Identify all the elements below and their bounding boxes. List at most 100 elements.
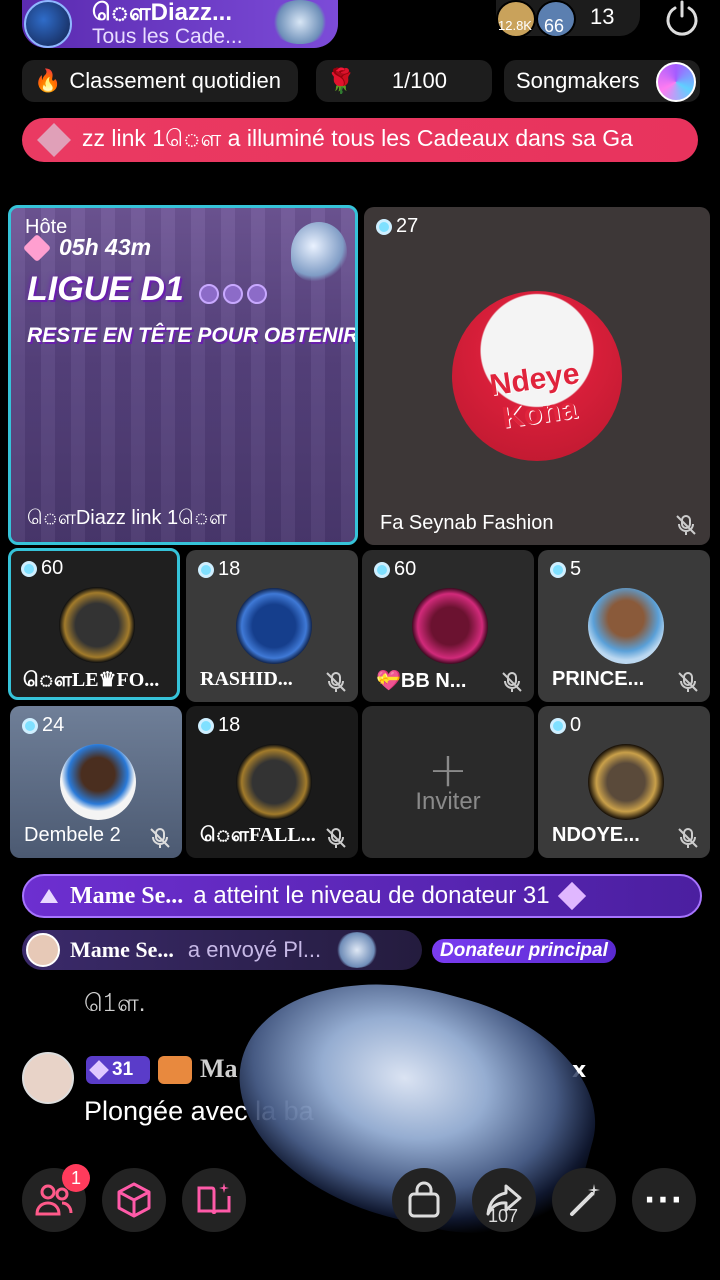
top-donor-badge: Donateur principal [432, 939, 616, 963]
mic-off-icon [326, 672, 346, 692]
diamond-icon [22, 233, 52, 262]
guest-name: PRINCE... [552, 668, 645, 690]
mic-off-icon [326, 828, 346, 848]
mic-off-icon [150, 828, 170, 848]
objective-text: RESTE EN TÊTE POUR OBTENIR 2 [27, 324, 358, 347]
guest-tile[interactable]: 27 Ndeye Kona Fa Seynab Fashion [364, 207, 710, 545]
more-icon: ··· [643, 1182, 685, 1218]
gift-announcement-banner[interactable]: zz link 1ௌ a illuminé tous les Cadeaux d… [22, 118, 698, 162]
donor-level-text: a atteint le niveau de donateur 31 [193, 882, 550, 909]
avatar-text: Ndeye Kona [487, 357, 582, 435]
daily-ranking-chip[interactable]: 🔥 Classement quotidien [22, 60, 298, 102]
donor-level-banner[interactable]: Mame Se... a atteint le niveau de donate… [22, 874, 702, 918]
share-count: 107 [488, 1206, 519, 1226]
donor-name[interactable]: Mame Se... [70, 883, 183, 910]
avatar[interactable] [412, 588, 488, 664]
viewer-count: 13 [590, 4, 615, 29]
whale-gift-icon [335, 932, 380, 968]
avatar[interactable] [26, 933, 60, 967]
avatar[interactable] [59, 587, 135, 663]
host-name-label: ௌDiazz link 1ௌ [27, 507, 227, 529]
invite-label: Inviter [415, 788, 481, 815]
box-button[interactable] [102, 1168, 166, 1232]
songmakers-label: Songmakers [516, 68, 640, 93]
more-button[interactable]: ··· [632, 1168, 696, 1232]
rose-icon: 🌹 [326, 67, 356, 95]
avatar[interactable]: Ndeye Kona [452, 291, 622, 461]
guest-name: NDOYE... [552, 824, 640, 846]
viewer-list[interactable]: 12.8K 66 13 [496, 0, 640, 38]
avatar[interactable] [236, 744, 312, 820]
whale-gift-icon [270, 0, 330, 44]
notification-badge: 1 [62, 1164, 90, 1192]
cd-icon [656, 62, 696, 102]
host-subtitle: Tous les Cade... [92, 24, 243, 48]
flame-icon: 🔥 [34, 68, 62, 93]
comment-author[interactable]: Ma [200, 1054, 238, 1084]
guest-count: 60 [374, 558, 416, 581]
guest-tile[interactable]: 5 PRINCE... [538, 550, 710, 702]
guest-count: 5 [550, 558, 581, 581]
up-arrow-icon [40, 889, 58, 903]
gem-icon [89, 1060, 109, 1080]
avatar[interactable] [588, 588, 664, 664]
gem-icon [37, 123, 71, 157]
rose-progress: 1/100 [391, 68, 447, 93]
level-badge: 31 [86, 1056, 150, 1084]
team-badge-icon [158, 1056, 192, 1084]
avatar[interactable] [236, 588, 312, 664]
league-progress-dots [199, 284, 267, 304]
guest-count: 18 [198, 714, 240, 737]
gift-message[interactable]: Mame Se... a envoyé Pl... [22, 930, 422, 970]
daily-ranking-label: Classement quotidien [69, 68, 281, 93]
avatar[interactable] [60, 744, 136, 820]
timer-text: 05h 43m [59, 234, 152, 260]
banner-text: zz link 1ௌ a illuminé tous les Cadeaux d… [82, 125, 633, 151]
whale-icon [291, 222, 347, 282]
guest-name: Fa Seynab Fashion [380, 512, 554, 534]
mic-off-icon [678, 672, 698, 692]
guest-count: 60 [21, 557, 63, 580]
book-icon [197, 1183, 231, 1215]
avatar[interactable] [588, 744, 664, 820]
guest-tile[interactable]: 18 ௌFALL... [186, 706, 358, 858]
guest-count: 24 [22, 714, 64, 737]
host-name: ௌDiazz... [92, 0, 232, 27]
guest-count: 18 [198, 558, 240, 581]
guest-tile[interactable]: 24 Dembele 2 [10, 706, 182, 858]
host-video-tile[interactable]: Hôte 05h 43m LIGUE D1 RESTE EN TÊTE POUR… [8, 205, 358, 545]
effects-button[interactable] [552, 1168, 616, 1232]
chat-fragment: 1ௌ. [84, 990, 146, 1017]
guest-tile[interactable]: 18 RASHID... [186, 550, 358, 702]
host-avatar[interactable] [24, 0, 72, 48]
guest-name: 💝BB N... [376, 670, 467, 692]
invite-tile[interactable]: + Inviter [362, 706, 534, 858]
guest-name: RASHID... [200, 668, 293, 690]
guest-count: 0 [550, 714, 581, 737]
shop-button[interactable] [392, 1168, 456, 1232]
mic-off-icon [502, 672, 522, 692]
power-icon[interactable] [664, 0, 700, 36]
mic-off-icon [678, 828, 698, 848]
mic-off-icon [676, 515, 696, 535]
league-title[interactable]: LIGUE D1 [27, 270, 184, 309]
host-pill[interactable]: ௌDiazz... Tous les Cade... [22, 0, 338, 48]
guest-tile[interactable]: 0 NDOYE... [538, 706, 710, 858]
level-number: 31 [112, 1059, 134, 1080]
guest-tile[interactable]: 60 💝BB N... [362, 550, 534, 702]
guest-tile[interactable]: 60 ௌLE♛FO... [8, 548, 180, 700]
book-button[interactable] [182, 1168, 246, 1232]
magic-wand-icon [570, 1184, 600, 1216]
viewer-avatar-label: 66 [544, 16, 565, 36]
shopping-bag-icon [408, 1181, 440, 1218]
gift-sent-text: a envoyé Pl... [187, 937, 322, 962]
guest-count: 27 [376, 215, 418, 238]
rose-goal-chip[interactable]: 🌹 1/100 [316, 60, 492, 102]
guest-name: ௌLE♛FO... [23, 669, 160, 691]
songmakers-chip[interactable]: Songmakers [504, 60, 700, 102]
avatar[interactable] [22, 1052, 74, 1104]
league-objective: RESTE EN TÊTE POUR OBTENIR 2 [27, 324, 358, 348]
gem-icon [557, 881, 586, 911]
cube-icon [117, 1182, 151, 1218]
gift-sender-name[interactable]: Mame Se... [70, 937, 174, 963]
